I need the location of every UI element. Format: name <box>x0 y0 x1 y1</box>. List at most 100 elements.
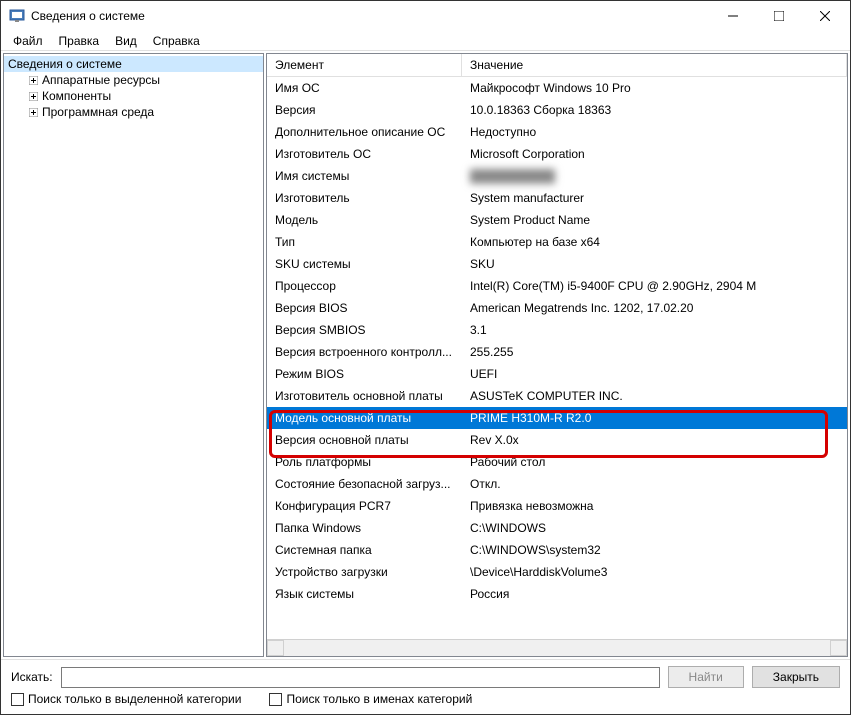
cell-element: Имя системы <box>267 167 462 185</box>
menu-edit[interactable]: Правка <box>51 32 108 50</box>
cell-element: Язык системы <box>267 585 462 603</box>
cell-value: ASUSTeK COMPUTER INC. <box>462 387 847 405</box>
table-row[interactable]: Модель основной платыPRIME H310M-R R2.0 <box>267 407 847 429</box>
table-row[interactable]: Версия SMBIOS3.1 <box>267 319 847 341</box>
table-row[interactable]: ИзготовительSystem manufacturer <box>267 187 847 209</box>
table-row[interactable]: Имя системы██████████ <box>267 165 847 187</box>
cell-element: Имя ОС <box>267 79 462 97</box>
cell-element: Версия SMBIOS <box>267 321 462 339</box>
cell-element: Модель <box>267 211 462 229</box>
tree-item-label: Программная среда <box>42 105 154 119</box>
table-row[interactable]: Версия BIOSAmerican Megatrends Inc. 1202… <box>267 297 847 319</box>
minimize-button[interactable] <box>710 1 756 31</box>
cell-value: SKU <box>462 255 847 273</box>
details-panel: Элемент Значение Имя ОСМайкрософт Window… <box>266 53 848 657</box>
table-row[interactable]: Имя ОСМайкрософт Windows 10 Pro <box>267 77 847 99</box>
cell-element: Изготовитель основной платы <box>267 387 462 405</box>
cell-element: Версия встроенного контролл... <box>267 343 462 361</box>
cell-element: Системная папка <box>267 541 462 559</box>
table-row[interactable]: Конфигурация PCR7Привязка невозможна <box>267 495 847 517</box>
maximize-button[interactable] <box>756 1 802 31</box>
table-header: Элемент Значение <box>267 54 847 77</box>
app-icon <box>9 8 25 24</box>
check-label: Поиск только в выделенной категории <box>28 692 241 706</box>
search-input[interactable] <box>61 667 660 688</box>
expand-icon[interactable] <box>26 89 40 103</box>
cell-value: Недоступно <box>462 123 847 141</box>
horizontal-scrollbar[interactable] <box>267 639 847 656</box>
table-row[interactable]: Версия встроенного контролл...255.255 <box>267 341 847 363</box>
column-value[interactable]: Значение <box>462 54 847 76</box>
cell-element: Процессор <box>267 277 462 295</box>
cell-value: 255.255 <box>462 343 847 361</box>
find-button[interactable]: Найти <box>668 666 744 688</box>
titlebar: Сведения о системе <box>1 1 850 31</box>
system-info-window: Сведения о системе Файл Правка Вид Справ… <box>0 0 851 715</box>
cell-element: SKU системы <box>267 255 462 273</box>
cell-value: C:\WINDOWS <box>462 519 847 537</box>
close-button[interactable] <box>802 1 848 31</box>
tree-item-software[interactable]: Программная среда <box>4 104 263 120</box>
cell-value: \Device\HarddiskVolume3 <box>462 563 847 581</box>
cell-element: Версия BIOS <box>267 299 462 317</box>
cell-value: PRIME H310M-R R2.0 <box>462 409 847 427</box>
table-body[interactable]: Имя ОСМайкрософт Windows 10 ProВерсия10.… <box>267 77 847 638</box>
table-row[interactable]: ТипКомпьютер на базе x64 <box>267 231 847 253</box>
cell-element: Конфигурация PCR7 <box>267 497 462 515</box>
cell-element: Версия <box>267 101 462 119</box>
cell-value: ██████████ <box>462 167 847 185</box>
cell-element: Модель основной платы <box>267 409 462 427</box>
table-row[interactable]: Язык системыРоссия <box>267 583 847 605</box>
cell-value: Откл. <box>462 475 847 493</box>
table-row[interactable]: Папка WindowsC:\WINDOWS <box>267 517 847 539</box>
check-selected-category[interactable]: Поиск только в выделенной категории <box>11 692 241 706</box>
expand-icon[interactable] <box>26 105 40 119</box>
table-row[interactable]: Роль платформыРабочий стол <box>267 451 847 473</box>
cell-value: 10.0.18363 Сборка 18363 <box>462 101 847 119</box>
table-row[interactable]: Режим BIOSUEFI <box>267 363 847 385</box>
check-label: Поиск только в именах категорий <box>286 692 472 706</box>
cell-element: Тип <box>267 233 462 251</box>
cell-element: Режим BIOS <box>267 365 462 383</box>
table-row[interactable]: Версия основной платыRev X.0x <box>267 429 847 451</box>
cell-value: Компьютер на базе x64 <box>462 233 847 251</box>
tree-item-components[interactable]: Компоненты <box>4 88 263 104</box>
expand-icon[interactable] <box>26 73 40 87</box>
cell-value: Россия <box>462 585 847 603</box>
table-row[interactable]: МодельSystem Product Name <box>267 209 847 231</box>
table-row[interactable]: Системная папкаC:\WINDOWS\system32 <box>267 539 847 561</box>
cell-value: 3.1 <box>462 321 847 339</box>
table-row[interactable]: Состояние безопасной загруз...Откл. <box>267 473 847 495</box>
table-row[interactable]: ПроцессорIntel(R) Core(TM) i5-9400F CPU … <box>267 275 847 297</box>
menu-help[interactable]: Справка <box>145 32 208 50</box>
column-element[interactable]: Элемент <box>267 54 462 76</box>
menubar: Файл Правка Вид Справка <box>1 31 850 51</box>
cell-value: Rev X.0x <box>462 431 847 449</box>
cell-element: Состояние безопасной загруз... <box>267 475 462 493</box>
table-row[interactable]: Устройство загрузки\Device\HarddiskVolum… <box>267 561 847 583</box>
table-row[interactable]: Версия10.0.18363 Сборка 18363 <box>267 99 847 121</box>
table-row[interactable]: SKU системыSKU <box>267 253 847 275</box>
checkbox-icon <box>269 693 282 706</box>
menu-view[interactable]: Вид <box>107 32 145 50</box>
tree-item-hardware[interactable]: Аппаратные ресурсы <box>4 72 263 88</box>
cell-value: Майкрософт Windows 10 Pro <box>462 79 847 97</box>
table-row[interactable]: Изготовитель основной платыASUSTeK COMPU… <box>267 385 847 407</box>
check-category-names[interactable]: Поиск только в именах категорий <box>269 692 472 706</box>
cell-value: Рабочий стол <box>462 453 847 471</box>
search-bar: Искать: Найти Закрыть <box>1 659 850 690</box>
table-row[interactable]: Дополнительное описание ОСНедоступно <box>267 121 847 143</box>
table-row[interactable]: Изготовитель ОСMicrosoft Corporation <box>267 143 847 165</box>
cell-element: Изготовитель <box>267 189 462 207</box>
cell-value: C:\WINDOWS\system32 <box>462 541 847 559</box>
search-label: Искать: <box>11 670 53 684</box>
cell-element: Папка Windows <box>267 519 462 537</box>
cell-value: Intel(R) Core(TM) i5-9400F CPU @ 2.90GHz… <box>462 277 847 295</box>
tree-root[interactable]: Сведения о системе <box>4 56 263 72</box>
cell-element: Роль платформы <box>267 453 462 471</box>
menu-file[interactable]: Файл <box>5 32 51 50</box>
cell-value: System Product Name <box>462 211 847 229</box>
category-tree[interactable]: Сведения о системе Аппаратные ресурсы Ко… <box>3 53 264 657</box>
close-search-button[interactable]: Закрыть <box>752 666 840 688</box>
cell-value: System manufacturer <box>462 189 847 207</box>
